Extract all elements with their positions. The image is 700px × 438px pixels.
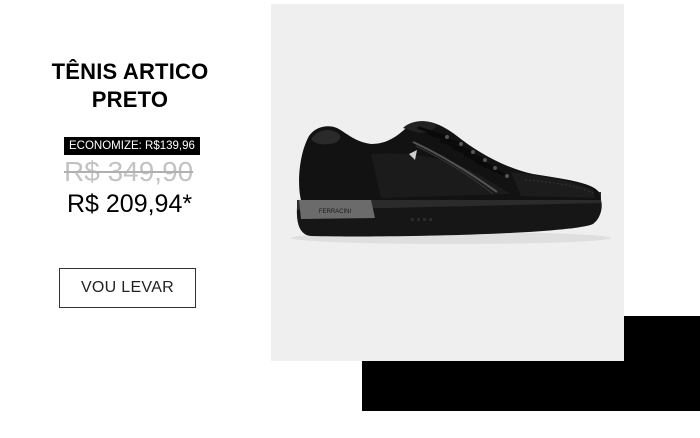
product-info: TÊNIS ARTICO PRETO ECONOMIZE: R$139,96 R… [0,0,265,438]
product-title: TÊNIS ARTICO PRETO [51,59,209,112]
brand-logo: FERRACINI [319,209,352,215]
product-image-panel[interactable]: FERRACINI [271,4,624,361]
product-image[interactable]: FERRACINI [271,4,624,361]
savings-badge: ECONOMIZE: R$139,96 [64,137,200,155]
old-price: R$ 349,90 [64,156,194,187]
new-price: R$ 209,94* [67,190,193,218]
buy-button[interactable]: VOU LEVAR [59,268,196,308]
